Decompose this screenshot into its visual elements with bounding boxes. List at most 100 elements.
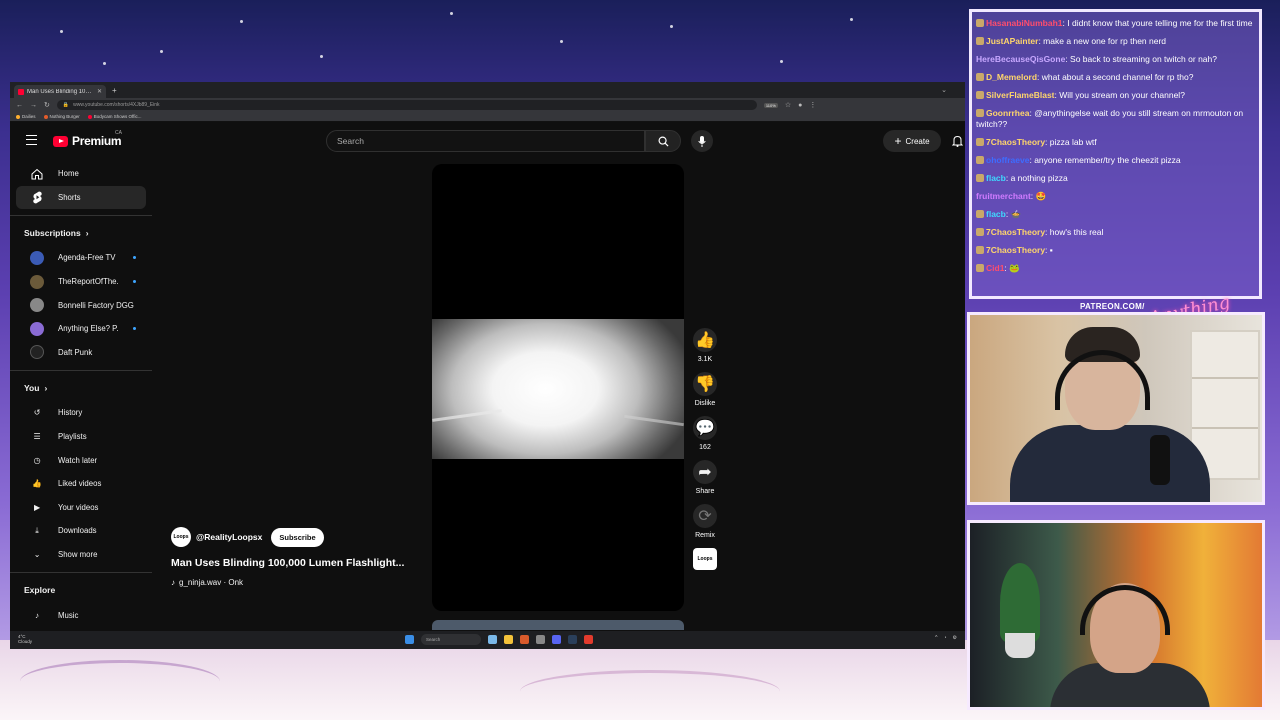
share-button[interactable]: ➦ [693, 460, 717, 484]
sidebar-item-shorts[interactable]: Shorts [16, 185, 146, 210]
chevron-down-icon[interactable]: ⌄ [941, 86, 947, 94]
chat-username[interactable]: SilverFlameBlast [986, 90, 1055, 100]
sub-badge-icon [976, 156, 984, 164]
history-icon: ↺ [33, 408, 41, 418]
streamer-body [1010, 425, 1210, 502]
windows-start-icon[interactable] [405, 635, 414, 644]
subscription-item[interactable]: Agenda-Free TV [16, 246, 146, 270]
chat-username[interactable]: Cid1 [986, 263, 1004, 273]
audio-track[interactable]: ♪ g_ninja.wav · Onk [171, 578, 431, 587]
widgets-icon[interactable] [488, 635, 497, 644]
star-icon[interactable]: ☆ [785, 101, 791, 109]
chevron-up-icon[interactable]: ^ [935, 635, 937, 641]
chat-message: D_Memelord: what about a second channel … [976, 72, 1255, 83]
sidebar-item-music[interactable]: ♪ Music [16, 603, 146, 627]
chat-text: anyone remember/try the cheezit pizza [1034, 155, 1181, 165]
steam-icon[interactable] [568, 635, 577, 644]
discord-icon[interactable] [552, 635, 561, 644]
sidebar-item-history[interactable]: ↺ History [16, 401, 146, 425]
hamburger-menu-icon[interactable] [26, 135, 37, 145]
chrome-icon[interactable] [584, 635, 593, 644]
new-tab-icon[interactable]: + [112, 86, 117, 95]
dislike-button[interactable]: 👎 [693, 372, 717, 396]
webcam-bottom [967, 520, 1265, 710]
chat-text: what about a second channel for rp tho? [1041, 72, 1194, 82]
shorts-video-player[interactable] [432, 164, 684, 611]
app-icon[interactable] [536, 635, 545, 644]
thumbs-down-icon: 👎 [695, 376, 715, 393]
close-icon[interactable]: ✕ [97, 88, 102, 95]
remix-button[interactable]: ⟳ [693, 504, 717, 528]
create-button[interactable]: + Create [883, 130, 941, 152]
channel-avatar[interactable]: Loops [171, 527, 191, 547]
channel-row: Loops @RealityLoopsx Subscribe [171, 527, 431, 547]
voice-search-button[interactable] [691, 130, 713, 152]
back-icon[interactable]: ← [16, 102, 23, 109]
logo-text: Premium [72, 134, 122, 148]
chat-username[interactable]: HasanabiNumbah1 [986, 18, 1063, 28]
sidebar-item-your-videos[interactable]: ▶ Your videos [16, 496, 146, 520]
taskbar-search[interactable]: Search [421, 634, 481, 645]
chat-username[interactable]: ohoffraeve [986, 155, 1029, 165]
microphone-icon [698, 135, 706, 147]
settings-icon[interactable]: ⚙ [953, 635, 957, 641]
subscription-item[interactable]: Daft Punk [16, 341, 146, 365]
bookmark-item[interactable]: Nothing Burger [43, 114, 80, 119]
notifications-bell-icon[interactable] [951, 134, 964, 152]
subscription-item[interactable]: Bonnelli Factory DGG [16, 293, 146, 317]
like-button[interactable]: 👍 [693, 328, 717, 352]
chat-username[interactable]: 7ChaosTheory [986, 137, 1045, 147]
sidebar-item-playlists[interactable]: ☰ Playlists [16, 425, 146, 449]
subscribe-button[interactable]: Subscribe [271, 527, 324, 547]
chat-username[interactable]: Goonrrhea [986, 108, 1029, 118]
chat-username[interactable]: JustAPainter [986, 36, 1038, 46]
extension-icon[interactable]: ● [798, 102, 802, 109]
bookmark-item[interactable]: Bodycam Shows Offic... [87, 114, 141, 119]
channel-name[interactable]: @RealityLoopsx [196, 532, 262, 542]
bookmark-item[interactable]: Dailies [16, 114, 36, 119]
url-field[interactable]: 🔒 www.youtube.com/shorts/4XJb89_Eink [56, 100, 757, 110]
comments-button[interactable]: 💬 [693, 416, 717, 440]
youtube-logo[interactable]: Premium CA [53, 130, 122, 148]
weather-widget[interactable]: 4°C Cloudy [18, 634, 32, 644]
sound-thumbnail[interactable]: Loops [693, 548, 717, 570]
sidebar-item-watch-later[interactable]: ◷ Watch later [16, 448, 146, 472]
app-icon[interactable] [520, 635, 529, 644]
forward-icon[interactable]: → [30, 102, 37, 109]
webcam-top [967, 312, 1265, 505]
chat-username[interactable]: flacb [986, 173, 1006, 183]
network-icon[interactable]: ◔ [943, 635, 946, 641]
menu-icon[interactable]: ⋮ [809, 101, 816, 109]
search-button[interactable] [645, 130, 681, 152]
you-header[interactable]: You › [10, 375, 152, 401]
chat-username[interactable]: 7ChaosTheory [986, 227, 1045, 237]
sidebar-item-show-more[interactable]: ⌄ Show more [16, 543, 146, 567]
subscription-item[interactable]: TheReportOfThe... [16, 270, 146, 294]
zoom-badge[interactable]: 110% [763, 102, 778, 108]
chat-username[interactable]: fruitmerchant [976, 191, 1031, 201]
subscription-label: Daft Punk [58, 347, 93, 357]
sidebar-item-home[interactable]: Home [16, 162, 146, 186]
short-title[interactable]: Man Uses Blinding 100,000 Lumen Flashlig… [171, 557, 423, 569]
subscriptions-header[interactable]: Subscriptions › [10, 220, 152, 246]
chat-username[interactable]: flacb [986, 209, 1006, 219]
microphone [1150, 435, 1170, 485]
search-icon [658, 136, 669, 147]
search-input[interactable]: Search [326, 130, 645, 152]
browser-tab[interactable]: Man Uses Blinding 100,000 ✕ [14, 85, 106, 98]
chat-username[interactable]: HereBecauseQisGone [976, 54, 1065, 64]
comment-icon: 💬 [695, 420, 715, 437]
short-metadata: Loops @RealityLoopsx Subscribe Man Uses … [171, 527, 431, 587]
video-frame [432, 319, 684, 459]
chat-username[interactable]: 7ChaosTheory [986, 245, 1045, 255]
subscription-item[interactable]: Anything Else? P... [16, 317, 146, 341]
chat-text: 🤩 [1035, 191, 1047, 201]
chat-username[interactable]: D_Memelord [986, 72, 1037, 82]
tab-title: Man Uses Blinding 100,000 [27, 88, 94, 95]
sidebar-item-liked-videos[interactable]: 👍 Liked videos [16, 472, 146, 496]
sidebar-item-downloads[interactable]: ⤓ Downloads [16, 519, 146, 543]
reload-icon[interactable]: ↻ [44, 101, 50, 109]
section-title: You [24, 383, 40, 394]
file-explorer-icon[interactable] [504, 635, 513, 644]
next-short-preview[interactable] [432, 620, 684, 630]
